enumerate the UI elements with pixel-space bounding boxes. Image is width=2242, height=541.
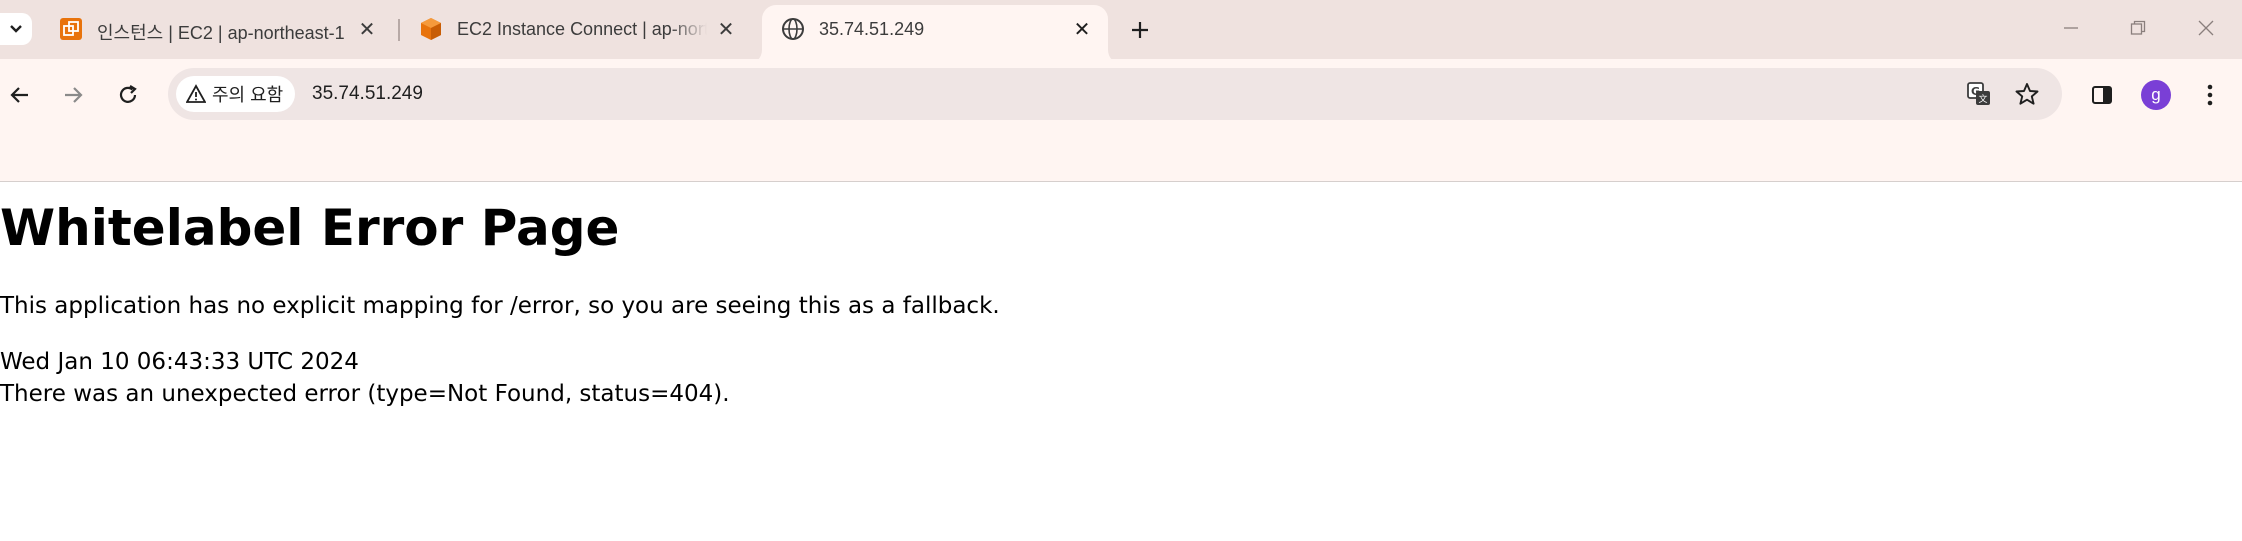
tab-search-button[interactable] bbox=[0, 13, 32, 45]
plus-icon bbox=[1132, 22, 1148, 38]
tab-title: EC2 Instance Connect | ap-northeast-1 bbox=[457, 19, 707, 39]
bookmark-button[interactable] bbox=[2013, 80, 2041, 108]
chevron-down-icon bbox=[10, 25, 22, 33]
restore-button[interactable] bbox=[2112, 12, 2164, 44]
svg-text:文: 文 bbox=[1979, 93, 1988, 105]
warning-icon bbox=[186, 84, 206, 103]
translate-button[interactable]: G 文 bbox=[1965, 80, 1993, 108]
reload-button[interactable] bbox=[108, 75, 148, 115]
aws-cube-icon bbox=[421, 18, 441, 40]
back-button[interactable] bbox=[0, 75, 40, 115]
side-panel-button[interactable] bbox=[2082, 75, 2122, 115]
close-icon bbox=[2198, 20, 2214, 36]
star-icon bbox=[2015, 83, 2039, 105]
tab-title: 인스턴스 | EC2 | ap-northeast-1 bbox=[97, 23, 345, 43]
menu-button[interactable] bbox=[2190, 75, 2230, 115]
tab-ec2-instance-connect[interactable]: EC2 Instance Connect | ap-northeast-1 ✕ bbox=[400, 0, 760, 59]
error-message: This application has no explicit mapping… bbox=[0, 293, 1000, 319]
close-window-button[interactable] bbox=[2180, 12, 2232, 44]
restore-icon bbox=[2130, 20, 2146, 35]
page-title: Whitelabel Error Page bbox=[0, 199, 620, 257]
tab-active[interactable]: 35.74.51.249 ✕ bbox=[762, 5, 1108, 64]
error-timestamp: Wed Jan 10 06:43:33 UTC 2024 bbox=[0, 349, 359, 375]
avatar: g bbox=[2141, 80, 2171, 110]
browser-toolbar: 주의 요함 35.74.51.249 G 文 g bbox=[0, 59, 2242, 182]
tab-title: 35.74.51.249 bbox=[819, 19, 925, 39]
new-tab-button[interactable] bbox=[1124, 14, 1156, 46]
more-vert-icon bbox=[2207, 84, 2213, 106]
profile-button[interactable]: g bbox=[2136, 75, 2176, 115]
site-info-button[interactable]: 주의 요함 bbox=[176, 76, 296, 112]
globe-icon bbox=[782, 18, 804, 40]
close-icon[interactable]: ✕ bbox=[353, 15, 381, 43]
close-icon[interactable]: ✕ bbox=[1068, 15, 1096, 43]
tab-strip: 인스턴스 | EC2 | ap-northeast-1 ✕ EC2 Instan… bbox=[0, 0, 2242, 64]
arrow-right-icon bbox=[65, 87, 83, 103]
tab-ec2-instances[interactable]: 인스턴스 | EC2 | ap-northeast-1 ✕ bbox=[40, 0, 400, 59]
address-bar[interactable]: 주의 요함 35.74.51.249 G 文 bbox=[168, 68, 2062, 120]
translate-icon: G 文 bbox=[1967, 82, 1990, 105]
arrow-left-icon bbox=[10, 87, 28, 103]
side-panel-icon bbox=[2092, 86, 2112, 104]
minimize-button[interactable] bbox=[2045, 12, 2097, 44]
close-icon[interactable]: ✕ bbox=[712, 15, 740, 43]
error-detail: There was an unexpected error (type=Not … bbox=[0, 381, 730, 407]
aws-console-icon bbox=[60, 18, 82, 40]
reload-icon bbox=[119, 85, 137, 103]
security-status-label: 주의 요함 bbox=[212, 85, 284, 105]
forward-button[interactable] bbox=[53, 75, 93, 115]
url-text[interactable]: 35.74.51.249 bbox=[312, 83, 423, 105]
minimize-icon bbox=[2064, 27, 2078, 29]
